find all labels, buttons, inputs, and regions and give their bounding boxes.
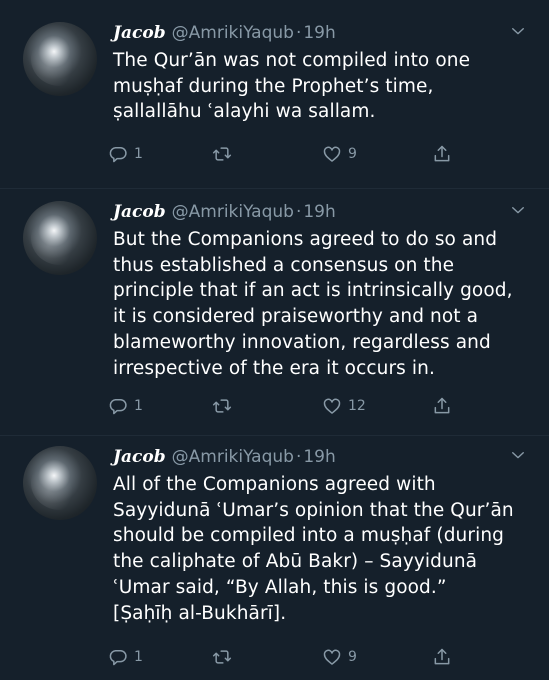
avatar[interactable] xyxy=(23,201,97,275)
tweet-text: The Qur’ān was not compiled into one muṣ… xyxy=(113,50,471,123)
timestamp[interactable]: 19h xyxy=(303,202,335,222)
share-button[interactable] xyxy=(432,394,452,418)
reply-button[interactable]: 1 xyxy=(108,645,143,669)
avatar[interactable] xyxy=(23,22,97,96)
timestamp[interactable]: 19h xyxy=(303,23,335,43)
tweet-text: All of the Companions agreed with Sayyid… xyxy=(113,474,514,624)
display-name[interactable]: Jacob xyxy=(113,23,166,43)
reply-icon xyxy=(109,147,127,163)
share-icon xyxy=(434,397,450,414)
like-button[interactable]: 9 xyxy=(322,645,357,669)
tweet[interactable]: Jacob @AmrikiYaqub · 19h All of the Compani… xyxy=(0,435,549,680)
tweet[interactable]: Jacob @AmrikiYaqub · 19h But the Companions… xyxy=(0,188,549,435)
tweet-text: But the Companions agreed to do so and t… xyxy=(113,229,513,379)
display-name[interactable]: Jacob xyxy=(113,202,166,222)
reply-count: 1 xyxy=(134,649,143,665)
retweet-button[interactable] xyxy=(212,394,238,418)
heart-icon xyxy=(323,146,341,162)
separator: · xyxy=(295,447,302,467)
separator: · xyxy=(295,202,302,222)
like-button[interactable]: 9 xyxy=(322,142,357,166)
share-icon xyxy=(434,145,450,162)
user-handle[interactable]: @AmrikiYaqub xyxy=(172,23,294,43)
share-button[interactable] xyxy=(432,645,452,669)
retweet-button[interactable] xyxy=(212,645,238,669)
timestamp[interactable]: 19h xyxy=(303,447,335,467)
reply-button[interactable]: 1 xyxy=(108,142,143,166)
heart-icon xyxy=(323,398,341,414)
share-icon xyxy=(434,648,450,665)
reply-count: 1 xyxy=(134,398,143,414)
reply-icon xyxy=(109,650,127,666)
like-button[interactable]: 12 xyxy=(322,394,366,418)
retweet-icon xyxy=(212,147,232,161)
tweet-actions: 1 12 xyxy=(108,394,468,418)
reply-button[interactable]: 1 xyxy=(108,394,143,418)
heart-icon xyxy=(323,649,341,665)
tweet-header: Jacob @AmrikiYaqub · 19h xyxy=(113,199,509,225)
chevron-down-icon[interactable] xyxy=(509,22,527,40)
separator: · xyxy=(295,23,302,43)
tweet-actions: 1 9 xyxy=(108,645,468,669)
like-count: 9 xyxy=(348,146,357,162)
tweet[interactable]: Jacob @AmrikiYaqub · 19h The Qur’ān was not… xyxy=(0,0,549,188)
tweet-actions: 1 9 xyxy=(108,142,468,166)
chevron-down-icon[interactable] xyxy=(509,201,527,219)
user-handle[interactable]: @AmrikiYaqub xyxy=(172,202,294,222)
share-button[interactable] xyxy=(432,142,452,166)
reply-count: 1 xyxy=(134,146,143,162)
display-name[interactable]: Jacob xyxy=(113,447,166,467)
like-count: 12 xyxy=(348,398,366,414)
like-count: 9 xyxy=(348,649,357,665)
reply-icon xyxy=(109,399,127,415)
tweet-header: Jacob @AmrikiYaqub · 19h xyxy=(113,20,509,46)
avatar[interactable] xyxy=(23,446,97,520)
retweet-icon xyxy=(212,650,232,664)
chevron-down-icon[interactable] xyxy=(509,446,527,464)
retweet-icon xyxy=(212,399,232,413)
user-handle[interactable]: @AmrikiYaqub xyxy=(172,447,294,467)
tweet-header: Jacob @AmrikiYaqub · 19h xyxy=(113,444,509,470)
retweet-button[interactable] xyxy=(212,142,238,166)
